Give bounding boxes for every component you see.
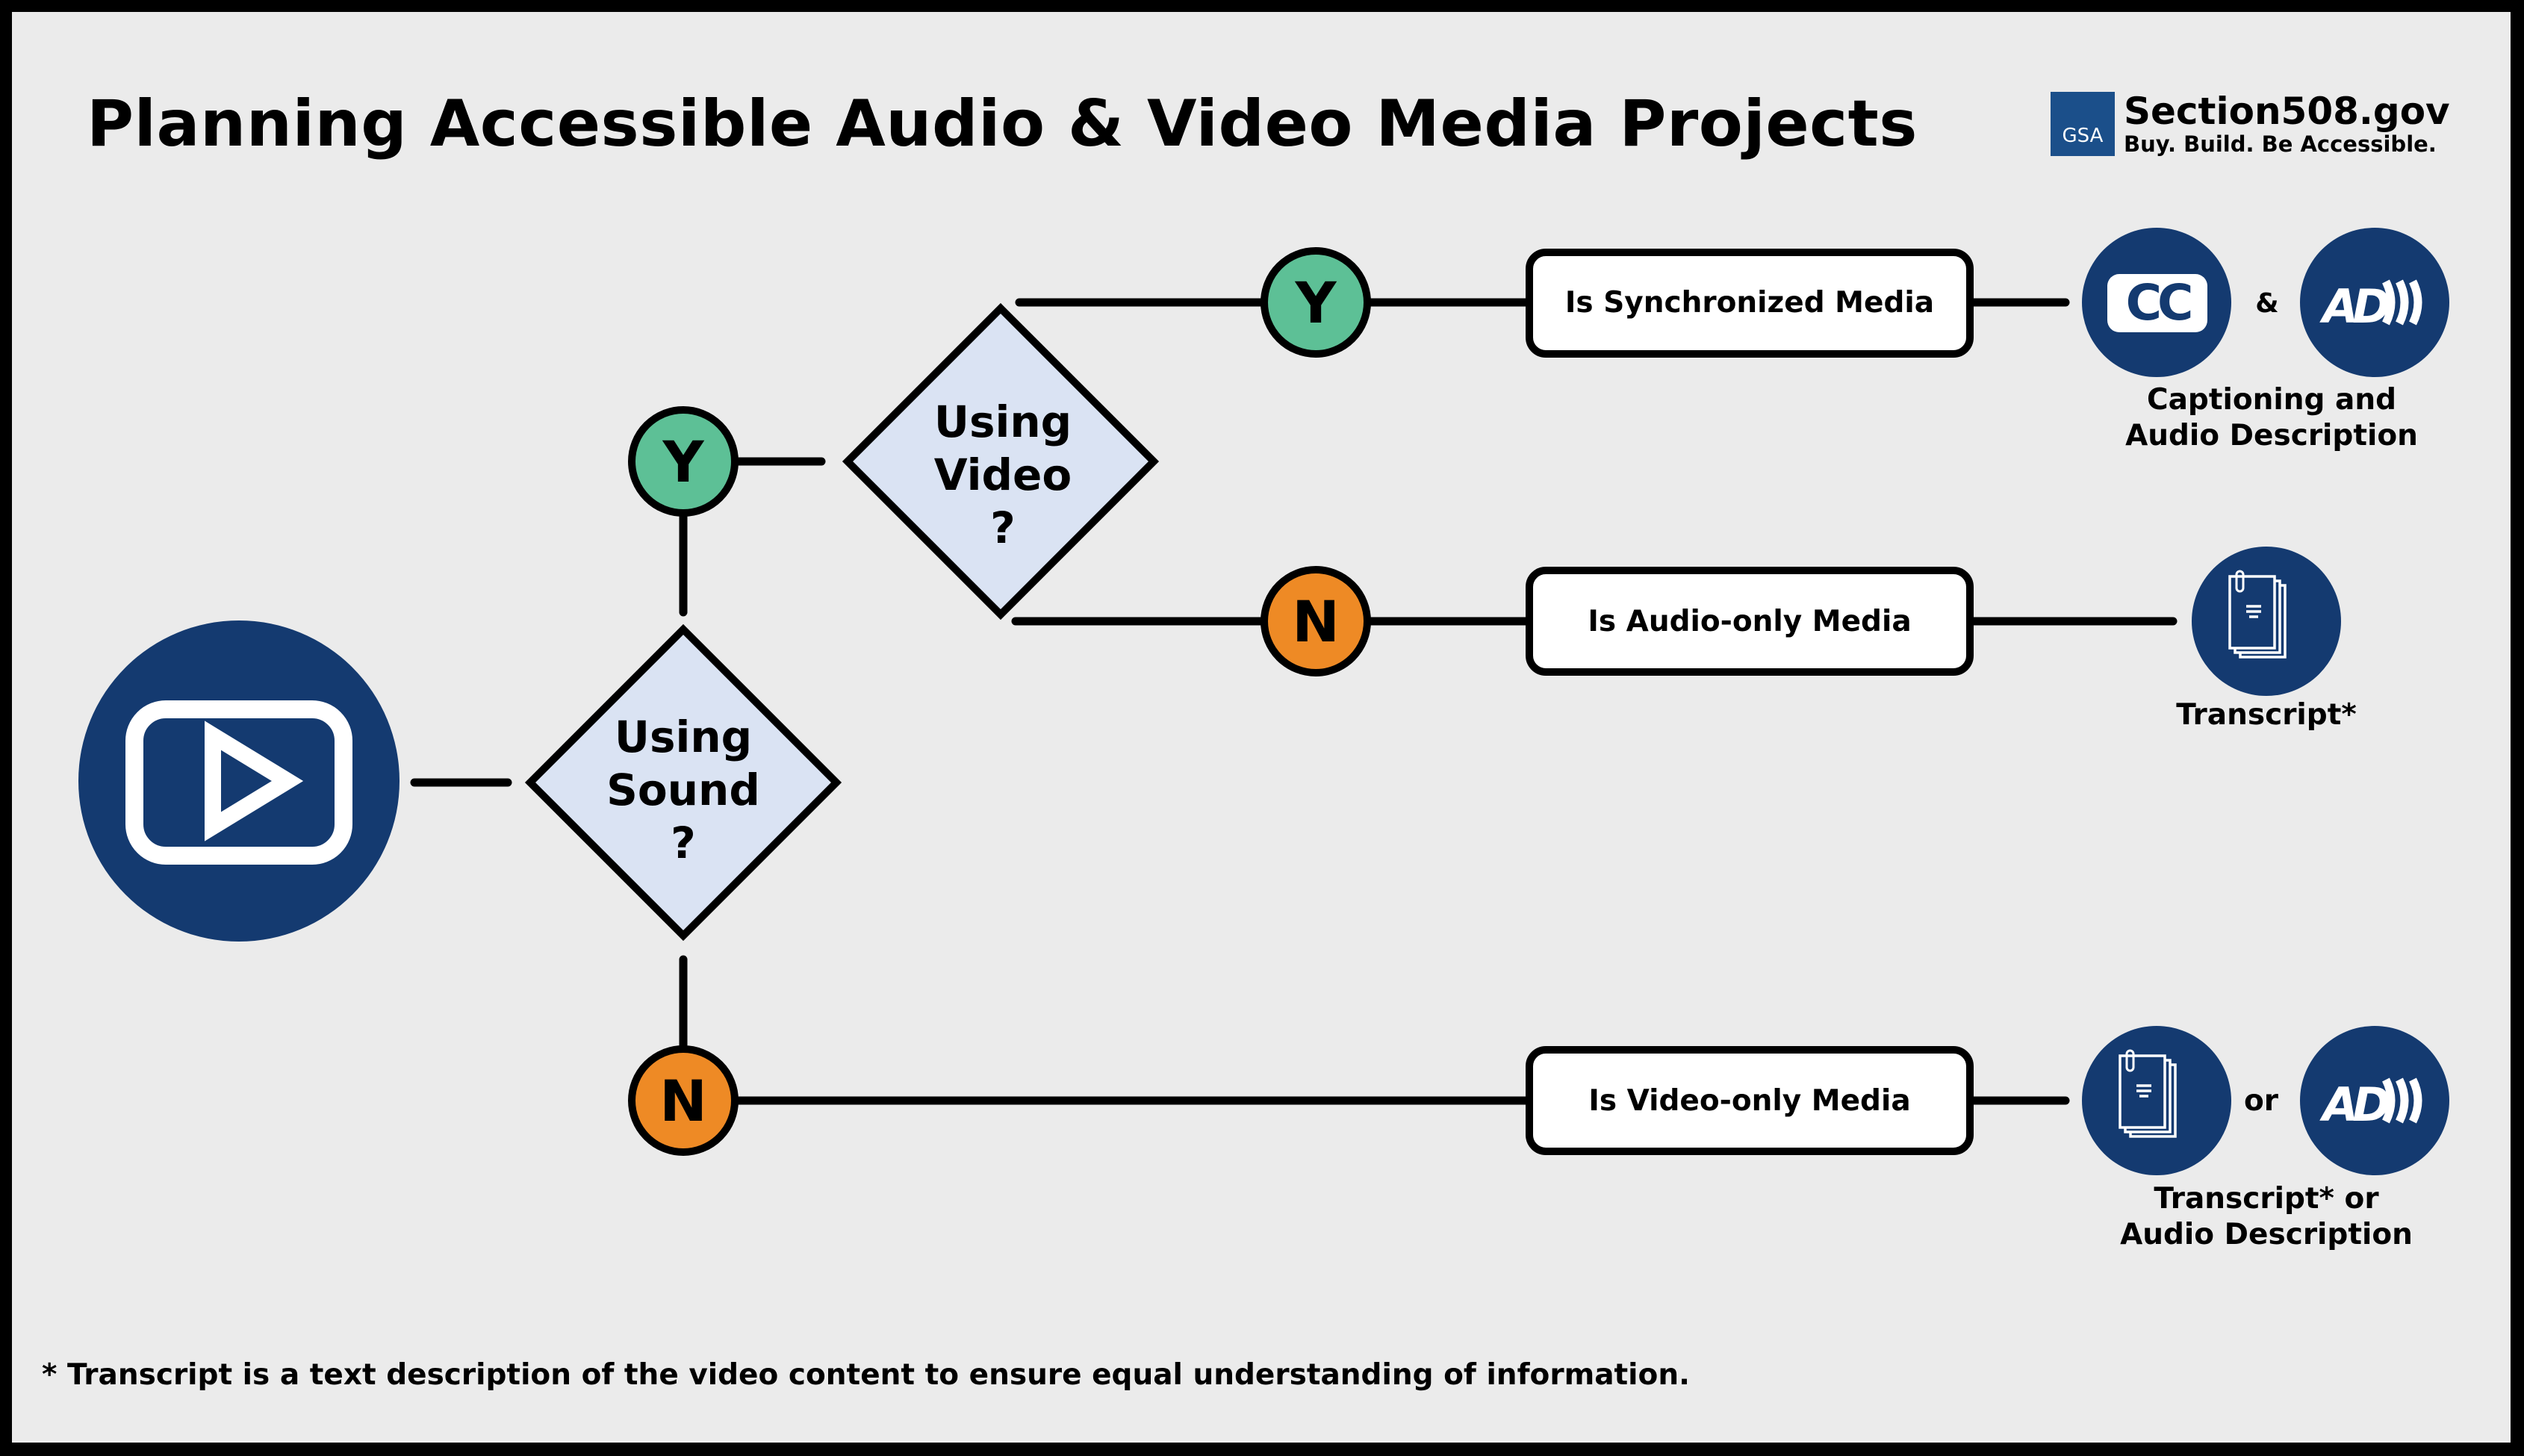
transcript-icon [2082, 1026, 2231, 1175]
answer-sound-yes: Y [628, 406, 739, 517]
decision-video-line-2: Video [934, 449, 1072, 500]
no-label: N [659, 1068, 707, 1134]
caption-audio-line-1: Transcript* [2176, 698, 2357, 732]
outcome-label: Is Synchronized Media [1565, 286, 1934, 320]
outcome-synchronized-media: Is Synchronized Media [1526, 249, 1974, 358]
decision-video-line-3: ? [990, 503, 1016, 553]
decision-using-video: Using Video ? [842, 302, 1160, 620]
joiner-ampersand: & [2255, 288, 2278, 319]
answer-video-yes: Y [1261, 247, 1371, 358]
caption-videoonly-line-2: Audio Description [2120, 1218, 2413, 1251]
yes-label: Y [662, 429, 704, 495]
caption-sync-line-1: Captioning and [2147, 383, 2396, 417]
audio-description-icon: AD [2300, 1026, 2449, 1175]
caption-videoonly-line-1: Transcript* or [2154, 1182, 2379, 1216]
decision-video-line-1: Using [934, 396, 1072, 447]
outcome-video-only-media: Is Video-only Media [1526, 1046, 1974, 1155]
caption-sync-line-2: Audio Description [2125, 419, 2418, 452]
yes-label: Y [1294, 270, 1337, 336]
decision-sound-line-3: ? [671, 818, 696, 868]
no-label: N [1292, 588, 1340, 655]
joiner-or: or [2244, 1084, 2279, 1118]
decision-using-sound: Using Sound ? [524, 623, 842, 942]
start-video-node [78, 620, 400, 942]
decision-sound-line-1: Using [615, 712, 752, 762]
answer-sound-no: N [628, 1045, 739, 1156]
flowchart: Using Sound ? Using Video ? Y N Y N Is S… [78, 228, 2449, 1251]
transcript-icon [2192, 547, 2341, 696]
audio-description-icon: AD [2300, 228, 2449, 377]
ad-glyph-text: AD [2319, 279, 2389, 334]
cc-glyph-text: CC [2126, 274, 2191, 332]
decision-sound-line-2: Sound [606, 765, 760, 815]
closed-captions-icon: CC [2082, 228, 2231, 377]
outcome-audio-only-media: Is Audio-only Media [1526, 567, 1974, 676]
outcome-label: Is Audio-only Media [1588, 605, 1911, 638]
outcome-label: Is Video-only Media [1588, 1084, 1910, 1118]
ad-glyph-text: AD [2319, 1077, 2389, 1132]
answer-video-no: N [1261, 566, 1371, 676]
